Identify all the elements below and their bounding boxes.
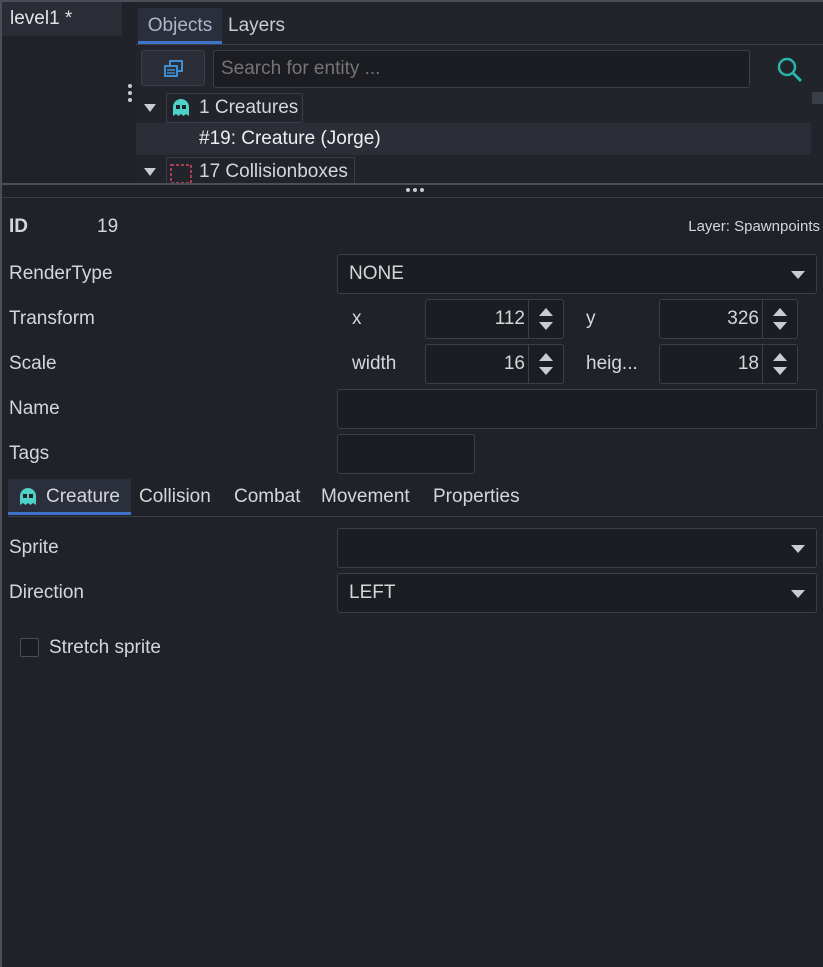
top-panel: level1 * Objects Layers Search for entit… (0, 0, 823, 187)
search-icon[interactable] (776, 56, 804, 84)
tab-objects[interactable]: Objects (138, 8, 222, 44)
map-list-item-level1[interactable]: level1 * (2, 2, 122, 36)
direction-label: Direction (9, 582, 84, 603)
tab-movement[interactable]: Movement (321, 479, 410, 515)
height-value: 18 (737, 353, 759, 374)
scale-label: Scale (9, 353, 57, 374)
tab-properties[interactable]: Properties (433, 479, 520, 515)
search-input[interactable] (213, 50, 750, 88)
chevron-down-icon (791, 590, 805, 598)
width-label: width (352, 353, 397, 374)
x-value: 112 (494, 308, 525, 329)
tags-input[interactable] (337, 434, 475, 474)
chevron-down-icon (791, 545, 805, 553)
spin-buttons[interactable] (762, 345, 797, 383)
window-border (0, 0, 2, 967)
tab-combat[interactable]: Combat (234, 479, 301, 515)
id-label: ID (9, 216, 28, 237)
map-list: level1 * (2, 2, 123, 182)
spin-buttons[interactable] (762, 300, 797, 338)
splitter-dot (128, 98, 132, 102)
x-label: x (352, 308, 362, 329)
tab-layers-label: Layers (228, 15, 286, 36)
spin-buttons[interactable] (528, 345, 563, 383)
tree-group-label: 1 Creatures (199, 97, 299, 118)
spin-down-icon[interactable] (773, 322, 787, 330)
tree-group-creatures[interactable]: 1 Creatures (136, 92, 811, 124)
tags-label: Tags (9, 443, 50, 464)
divider (8, 516, 823, 517)
expand-arrow-icon[interactable] (144, 168, 156, 176)
tree-item-creature-jorge[interactable]: #19: Creature (Jorge) (136, 123, 811, 155)
name-input[interactable] (337, 389, 817, 429)
creature-icon (173, 99, 189, 116)
stretch-sprite-checkbox[interactable] (20, 638, 39, 657)
transform-label: Transform (9, 308, 95, 329)
stretch-sprite-label[interactable]: Stretch sprite (49, 632, 161, 664)
rendertype-select[interactable]: NONE (337, 254, 817, 294)
splitter-dot (406, 188, 410, 192)
splitter-dot (128, 91, 132, 95)
direction-select[interactable]: LEFT (337, 573, 817, 613)
spin-up-icon[interactable] (539, 308, 553, 316)
collisionbox-icon (170, 164, 192, 184)
expand-arrow-icon[interactable] (144, 104, 156, 112)
sprite-label: Sprite (9, 537, 59, 558)
splitter-dot (413, 188, 417, 192)
tree-item-label: #19: Creature (Jorge) (199, 128, 381, 149)
sprite-select[interactable] (337, 528, 817, 568)
width-value: 16 (503, 353, 525, 374)
direction-value: LEFT (349, 582, 396, 603)
rendertype-value: NONE (349, 263, 404, 284)
active-tab-indicator (8, 512, 131, 515)
layer-indicator: Layer: Spawnpoints (688, 218, 820, 235)
height-label: heig... (586, 353, 638, 374)
group-label-box: 1 Creatures (166, 93, 303, 123)
tab-layers[interactable]: Layers (228, 8, 285, 44)
rendertype-label: RenderType (9, 263, 113, 284)
creature-icon (20, 488, 36, 505)
spin-down-icon[interactable] (539, 367, 553, 375)
spin-up-icon[interactable] (539, 353, 553, 361)
y-spinbox[interactable]: 326 (659, 299, 798, 339)
splitter-dot (420, 188, 424, 192)
horizontal-splitter[interactable] (0, 185, 823, 198)
spin-down-icon[interactable] (539, 322, 553, 330)
tab-creature-label: Creature (46, 486, 120, 507)
tab-creature[interactable]: Creature (8, 479, 131, 515)
spin-buttons[interactable] (528, 300, 563, 338)
tab-collision[interactable]: Collision (139, 479, 211, 515)
x-spinbox[interactable]: 112 (425, 299, 564, 339)
tab-objects-label: Objects (147, 15, 213, 36)
spin-up-icon[interactable] (773, 353, 787, 361)
divider (136, 44, 823, 45)
copy-icon (164, 60, 183, 77)
entity-browser: Objects Layers Search for entity ... 1 C… (136, 2, 823, 187)
y-label: y (586, 308, 596, 329)
copy-entity-button[interactable] (141, 50, 205, 86)
spin-down-icon[interactable] (773, 367, 787, 375)
tree-scrollbar[interactable] (812, 92, 823, 104)
height-spinbox[interactable]: 18 (659, 344, 798, 384)
chevron-down-icon (791, 271, 805, 279)
splitter-dot (128, 84, 132, 88)
window-border (0, 0, 823, 2)
y-value: 326 (727, 308, 759, 329)
name-label: Name (9, 398, 60, 419)
spin-up-icon[interactable] (773, 308, 787, 316)
width-spinbox[interactable]: 16 (425, 344, 564, 384)
id-value: 19 (97, 216, 119, 237)
